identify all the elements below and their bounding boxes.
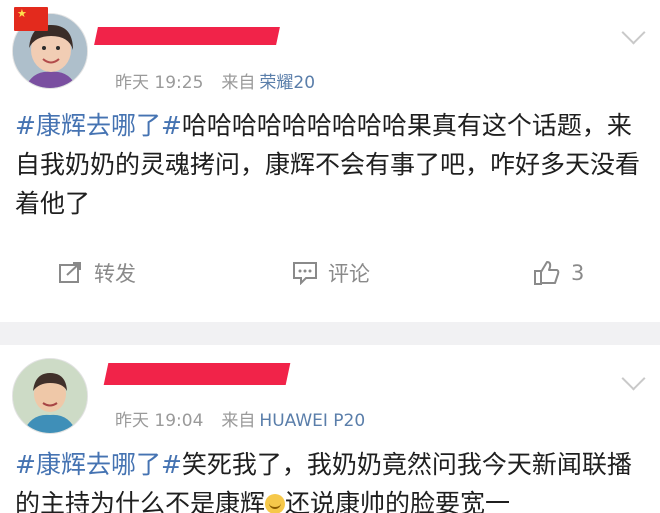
comment-icon bbox=[293, 262, 317, 285]
chevron-down-icon[interactable] bbox=[621, 20, 646, 45]
comment-button[interactable]: 评论 bbox=[292, 248, 370, 298]
repost-label: 转发 bbox=[94, 262, 136, 286]
source-label: 来自 bbox=[221, 411, 256, 431]
weibo-post: 昨天 19:04 来自 HUAWEI P20 #康辉去哪了#笑死我了，我奶奶竟然问我… bbox=[0, 345, 660, 513]
post-actions: 转发 评论 3 bbox=[0, 248, 660, 298]
post-content: #康辉去哪了#哈哈哈哈哈哈哈哈哈果真有这个话题，来自我奶奶的灵魂拷问，康辉不会有… bbox=[15, 106, 653, 223]
weibo-feed: ★ 昨天 19:25 来自 荣耀20 #康辉去哪了#哈哈哈哈哈哈哈哈哈果真有这个话题… bbox=[0, 0, 660, 513]
redacted-username bbox=[94, 27, 280, 45]
post-content: #康辉去哪了#笑死我了，我奶奶竟然问我今天新闻联播的主持为什么不是康辉 还说康帅的… bbox=[15, 445, 653, 513]
china-flag-icon: ★ bbox=[14, 7, 48, 31]
post-meta: 昨天 19:25 来自 荣耀20 bbox=[115, 68, 315, 93]
device-name[interactable]: HUAWEI P20 bbox=[259, 411, 365, 431]
source-label: 来自 bbox=[221, 73, 256, 93]
avatar[interactable] bbox=[12, 358, 88, 434]
thumbs-up-icon bbox=[534, 261, 560, 285]
hashtag-link[interactable]: #康辉去哪了# bbox=[15, 450, 182, 479]
repost-icon bbox=[59, 262, 81, 283]
like-button[interactable]: 3 bbox=[533, 248, 584, 298]
redacted-username bbox=[103, 363, 291, 385]
weibo-post: ★ 昨天 19:25 来自 荣耀20 #康辉去哪了#哈哈哈哈哈哈哈哈哈果真有这个话题… bbox=[0, 0, 660, 322]
post-time: 昨天 19:04 bbox=[115, 411, 204, 431]
avatar-image bbox=[13, 359, 87, 433]
like-count: 3 bbox=[571, 261, 585, 285]
device-name[interactable]: 荣耀20 bbox=[259, 73, 315, 93]
hashtag-link[interactable]: #康辉去哪了# bbox=[15, 111, 182, 140]
feed-separator bbox=[0, 322, 660, 345]
repost-button[interactable]: 转发 bbox=[58, 248, 136, 298]
comment-label: 评论 bbox=[328, 262, 370, 286]
chevron-down-icon[interactable] bbox=[621, 366, 646, 391]
post-text-continued: 还说康帅的脸要宽一 bbox=[285, 489, 511, 513]
post-meta: 昨天 19:04 来自 HUAWEI P20 bbox=[115, 406, 365, 431]
smile-emoji-icon bbox=[265, 494, 286, 513]
post-time: 昨天 19:25 bbox=[115, 73, 204, 93]
